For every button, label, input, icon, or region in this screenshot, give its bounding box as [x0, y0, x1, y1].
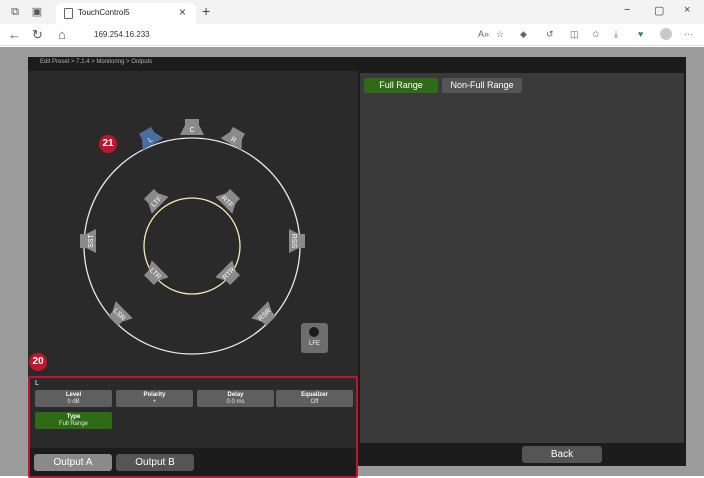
speaker-LTF[interactable]: LTF [140, 185, 169, 214]
output-b-button[interactable]: Output B [116, 454, 194, 471]
level-button[interactable]: Level 0 dB [35, 390, 112, 407]
home-icon[interactable]: ⌂ [58, 27, 66, 42]
polarity-button[interactable]: Polarity + [116, 390, 193, 407]
equalizer-value: Off [310, 399, 319, 405]
subwoofer-icon [309, 327, 319, 337]
speaker-SST[interactable]: SST [80, 229, 96, 253]
split-screen-icon[interactable]: ◫ [570, 29, 579, 40]
close-window-button[interactable]: × [684, 4, 690, 16]
favorite-star-icon[interactable]: ☆ [496, 29, 504, 40]
output-a-button[interactable]: Output A [34, 454, 112, 471]
shield-icon[interactable]: ♥ [638, 29, 643, 39]
more-icon[interactable]: ··· [684, 29, 693, 39]
url-text[interactable]: 169.254.16.233 [94, 30, 150, 39]
speaker-L[interactable]: L [134, 124, 164, 151]
level-title: Level [65, 392, 82, 398]
speaker-RSS[interactable]: RSS [289, 229, 305, 253]
refresh-icon[interactable]: ↻ [32, 27, 43, 43]
read-aloud-icon[interactable]: A» [478, 29, 489, 39]
tab-non-full-range[interactable]: Non-Full Range [442, 78, 522, 93]
extension-icon[interactable]: ◆ [520, 29, 527, 40]
speaker-layout-panel: L C R SST RSS LTF RTF LTR RTR LSR RSR LF… [28, 71, 358, 478]
new-tab-button[interactable]: + [202, 3, 210, 19]
refresh-site-icon[interactable]: ↺ [546, 29, 554, 40]
speaker-C[interactable]: C [180, 119, 204, 135]
equalizer-title: Equalizer [301, 392, 328, 398]
breadcrumb: Edit Preset > 7.1.4 > Monitoring > Outpu… [40, 59, 153, 65]
callout-20: 20 [29, 353, 47, 371]
delay-button[interactable]: Delay 0.0 ms [197, 390, 274, 407]
polarity-value: + [152, 399, 157, 405]
minimize-button[interactable]: − [624, 4, 630, 16]
speaker-RTF[interactable]: RTF [215, 185, 244, 214]
type-title: Type [66, 414, 81, 420]
speaker-LFE[interactable]: LFE [301, 323, 328, 353]
speaker-label-LFE: LFE [308, 341, 320, 347]
speaker-LTR[interactable]: LTR [140, 260, 169, 289]
tab-actions-icon[interactable]: ⧉ [8, 5, 22, 19]
selected-speaker-name: L [35, 380, 39, 387]
callout-21: 21 [99, 135, 117, 153]
address-bar: ← ↻ ⌂ 169.254.16.233 A» ☆ ◆ ↺ ◫ ✩ ⤓ ♥ ··… [0, 24, 704, 46]
speaker-label-C: C [189, 127, 194, 134]
range-panel: Full Range Non-Full Range Back [358, 71, 686, 466]
browser-titlebar: ⧉ ▣ TouchControl5 × + − ▢ × [0, 0, 704, 24]
page-viewport: Edit Preset > 7.1.4 > Monitoring > Outpu… [0, 47, 704, 478]
back-arrow-icon[interactable]: ← [8, 27, 21, 42]
equalizer-button[interactable]: Equalizer Off [276, 390, 353, 407]
speaker-RTR[interactable]: RTR [215, 260, 244, 289]
vertical-tabs-icon[interactable]: ▣ [30, 5, 44, 19]
speaker-label-SST: SST [88, 233, 95, 247]
tab-title: TouchControl5 [78, 8, 130, 17]
speaker-parameters: L Level 0 dB Polarity + Delay 0.0 ms Equ… [28, 376, 358, 478]
favorites-icon[interactable]: ✩ [592, 29, 600, 40]
profile-icon[interactable] [660, 28, 672, 40]
speaker-R[interactable]: R [220, 124, 250, 151]
delay-title: Delay [227, 392, 244, 398]
tab-close-button[interactable]: × [179, 5, 186, 19]
browser-tab[interactable]: TouchControl5 × [56, 3, 196, 24]
touchcontrol-app: Edit Preset > 7.1.4 > Monitoring > Outpu… [28, 57, 686, 478]
type-button[interactable]: Type Full Range [35, 412, 112, 429]
tab-full-range[interactable]: Full Range [364, 78, 438, 93]
delay-value: 0.0 ms [226, 399, 245, 405]
level-value: 0 dB [67, 399, 80, 405]
page-icon [64, 8, 73, 19]
back-button[interactable]: Back [522, 446, 602, 463]
polarity-title: Polarity [143, 392, 166, 398]
type-value: Full Range [58, 421, 88, 427]
output-selector: Output A Output B [30, 448, 356, 476]
maximize-button[interactable]: ▢ [654, 4, 664, 17]
url-field[interactable]: 169.254.16.233 [86, 26, 626, 43]
download-icon[interactable]: ⤓ [614, 29, 618, 40]
range-tab-content: Full Range Non-Full Range [360, 73, 684, 443]
speaker-label-RSS: RSS [290, 234, 297, 249]
speaker-RSR[interactable]: RSR [251, 301, 280, 330]
